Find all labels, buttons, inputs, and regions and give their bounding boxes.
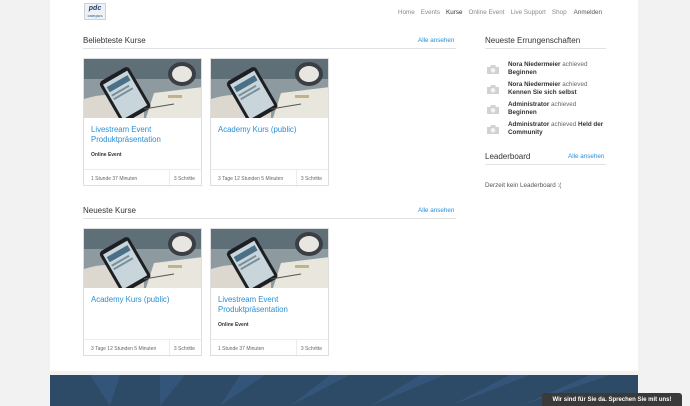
camera-icon [487, 105, 499, 114]
camera-icon [487, 125, 499, 134]
nav-shop[interactable]: Shop [552, 9, 567, 16]
course-title[interactable]: Academy Kurs (public) [91, 295, 199, 305]
achievement-item: Administrator achieved Held der Communit… [485, 121, 615, 141]
course-tag: Online Event [91, 152, 122, 158]
achievement-user[interactable]: Administrator [508, 101, 549, 108]
nav-live-support[interactable]: Live Support [511, 9, 546, 16]
course-tag: Online Event [218, 322, 249, 328]
leaderboard-divider [485, 164, 606, 165]
course-duration: 1 Stunde 37 Minuten [91, 175, 138, 182]
achievement-name[interactable]: Beginnen [508, 109, 537, 116]
logo-text: pdc [88, 5, 102, 12]
course-duration: 3 Tage 12 Stunden 5 Minuten [218, 175, 284, 182]
logo-subtext: campus [87, 13, 103, 18]
newest-courses-title: Neueste Kurse [83, 206, 136, 215]
leaderboard-see-all-link[interactable]: Alle ansehen [568, 153, 604, 160]
course-steps: 3 Schritte [168, 170, 201, 187]
achievement-item: Nora Niedermeier achieved Kennen Sie sic… [485, 81, 615, 101]
course-thumbnail [211, 229, 328, 288]
achievement-item: Nora Niedermeier achieved Beginnen [485, 61, 615, 81]
achievement-verb: achieved [551, 121, 577, 128]
course-duration: 3 Tage 12 Stunden 5 Minuten [91, 345, 157, 352]
live-chat-button[interactable]: Wir sind für Sie da. Sprechen Sie mit un… [542, 393, 682, 406]
achievements-divider [485, 48, 606, 49]
camera-icon [487, 85, 499, 94]
course-card[interactable]: Academy Kurs (public) 3 Tage 12 Stunden … [210, 58, 329, 187]
course-title[interactable]: Academy Kurs (public) [218, 125, 326, 135]
course-card[interactable]: Livestream Event Produktpräsentation Onl… [210, 228, 329, 357]
main-content: Beliebteste Kurse Alle ansehen Livestrea… [50, 24, 638, 371]
nav-online-event[interactable]: Online Event [469, 9, 505, 16]
achievement-verb: achieved [551, 101, 577, 108]
achievement-name[interactable]: Beginnen [508, 69, 537, 76]
course-card[interactable]: Livestream Event Produktpräsentation Onl… [83, 58, 202, 187]
nav-events[interactable]: Events [421, 9, 440, 16]
course-card[interactable]: Academy Kurs (public) 3 Tage 12 Stunden … [83, 228, 202, 357]
achievement-item: Administrator achieved Beginnen [485, 101, 615, 121]
newest-see-all-link[interactable]: Alle ansehen [418, 207, 454, 214]
newest-divider [83, 218, 456, 219]
achievement-user[interactable]: Administrator [508, 121, 549, 128]
popular-courses-title: Beliebteste Kurse [83, 36, 146, 45]
leaderboard-title: Leaderboard [485, 152, 531, 161]
popular-divider [83, 48, 456, 49]
course-title[interactable]: Livestream Event Produktpräsentation [91, 125, 199, 145]
achievements-title: Neueste Errungenschaften [485, 36, 581, 45]
course-meta: 1 Stunde 37 Minuten 3 Schritte [84, 169, 201, 187]
top-bar: pdc campus Home Events Kurse Online Even… [50, 0, 638, 24]
achievement-verb: achieved [562, 81, 588, 88]
course-steps: 3 Schritte [295, 340, 328, 357]
nav-kurse[interactable]: Kurse [446, 9, 462, 16]
course-steps: 3 Schritte [168, 340, 201, 357]
course-meta: 1 Stunde 37 Minuten 3 Schritte [211, 339, 328, 357]
course-title[interactable]: Livestream Event Produktpräsentation [218, 295, 326, 315]
achievements-list: Nora Niedermeier achieved Beginnen Nora … [485, 61, 615, 141]
course-meta: 3 Tage 12 Stunden 5 Minuten 3 Schritte [211, 169, 328, 187]
course-thumbnail [84, 229, 201, 288]
camera-icon [487, 65, 499, 74]
course-duration: 1 Stunde 37 Minuten [218, 345, 265, 352]
login-link[interactable]: Anmelden [574, 9, 602, 16]
achievement-user[interactable]: Nora Niedermeier [508, 81, 561, 88]
main-nav: Home Events Kurse Online Event Live Supp… [392, 0, 602, 24]
course-meta: 3 Tage 12 Stunden 5 Minuten 3 Schritte [84, 339, 201, 357]
achievement-user[interactable]: Nora Niedermeier [508, 61, 561, 68]
pdc-campus-logo[interactable]: pdc campus [84, 3, 106, 20]
course-steps: 3 Schritte [295, 170, 328, 187]
course-thumbnail [211, 59, 328, 118]
popular-see-all-link[interactable]: Alle ansehen [418, 37, 454, 44]
achievement-name[interactable]: Kennen Sie sich selbst [508, 89, 577, 96]
achievement-verb: achieved [562, 61, 588, 68]
nav-home[interactable]: Home [398, 9, 415, 16]
leaderboard-empty-text: Derzeit kein Leaderboard :( [485, 182, 562, 189]
course-thumbnail [84, 59, 201, 118]
